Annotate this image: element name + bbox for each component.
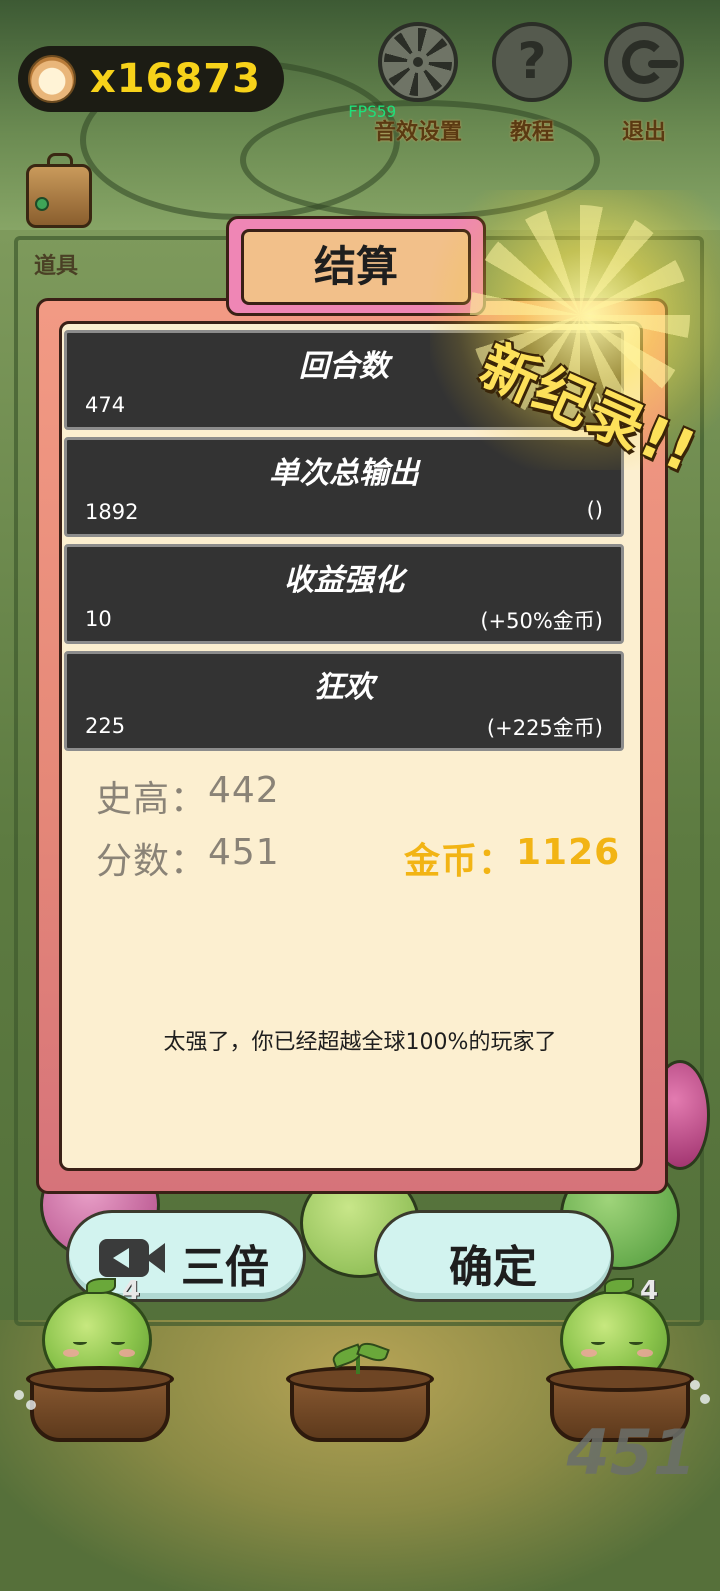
video-camera-lens — [145, 1243, 165, 1273]
stat-bonus: (+50%金币) — [480, 609, 603, 633]
exit-button[interactable]: 退出 — [594, 22, 694, 152]
exit-icon — [604, 22, 684, 102]
flower-pot[interactable] — [286, 1366, 434, 1442]
score-watermark: 451 — [566, 1416, 696, 1489]
coin-counter: x16873 — [18, 46, 284, 112]
stat-bonus: () — [586, 498, 603, 522]
stat-row-carnival: 狂欢 225 (+225金币) — [64, 651, 624, 751]
best-score-value: 442 — [208, 770, 280, 811]
stat-value: 10 — [85, 607, 112, 631]
rank-message: 太强了，你已经超越全球100%的玩家了 — [163, 1030, 557, 1055]
fps-counter: FPS59 — [348, 102, 397, 121]
tutorial-label: 教程 — [509, 120, 554, 145]
gear-icon — [378, 22, 458, 102]
flower-petal — [700, 1394, 710, 1404]
triple-reward-label: 三倍 — [181, 1242, 269, 1293]
flower-pot[interactable] — [26, 1366, 174, 1442]
score-value: 451 — [208, 832, 280, 873]
question-icon: ? — [492, 22, 572, 102]
sound-settings-button[interactable]: 音效设置 — [368, 22, 468, 152]
score-label: 分数： — [96, 841, 208, 882]
flower-petal — [690, 1380, 700, 1390]
coins-reward-value: 1126 — [516, 832, 621, 873]
exit-label: 退出 — [621, 120, 666, 145]
coin-icon — [28, 55, 76, 103]
confirm-button[interactable]: 确定 — [374, 1210, 614, 1302]
stat-row-total-damage: 单次总输出 1892 () — [64, 437, 624, 537]
plant-leaf — [604, 1278, 634, 1294]
best-score-label: 史高： — [96, 779, 208, 820]
chest-icon[interactable] — [26, 153, 92, 228]
stat-title: 单次总输出 — [269, 456, 419, 491]
coins-reward-label: 金币： — [404, 841, 516, 882]
coin-count: x16873 — [90, 56, 261, 102]
stat-title: 收益强化 — [284, 563, 404, 598]
stat-value: 225 — [85, 714, 126, 738]
plant-level: 4 — [122, 1276, 141, 1306]
stat-value: 474 — [85, 393, 126, 417]
video-camera-icon — [99, 1239, 149, 1277]
plant-leaf — [86, 1278, 116, 1294]
plant-level: 4 — [640, 1276, 659, 1306]
flower-petal — [14, 1390, 24, 1400]
confirm-label: 确定 — [449, 1242, 537, 1293]
stat-value: 1892 — [85, 500, 139, 524]
stat-bonus: (+225金币) — [486, 716, 603, 740]
stat-row-income-boost: 收益强化 10 (+50%金币) — [64, 544, 624, 644]
tutorial-button[interactable]: ? 教程 — [482, 22, 582, 152]
dialog-title-tab: 结算 — [226, 216, 486, 316]
tools-label: 道具 — [34, 254, 79, 279]
stat-title: 狂欢 — [314, 670, 374, 705]
dialog-title: 结算 — [241, 229, 471, 305]
flower-petal — [26, 1400, 36, 1410]
